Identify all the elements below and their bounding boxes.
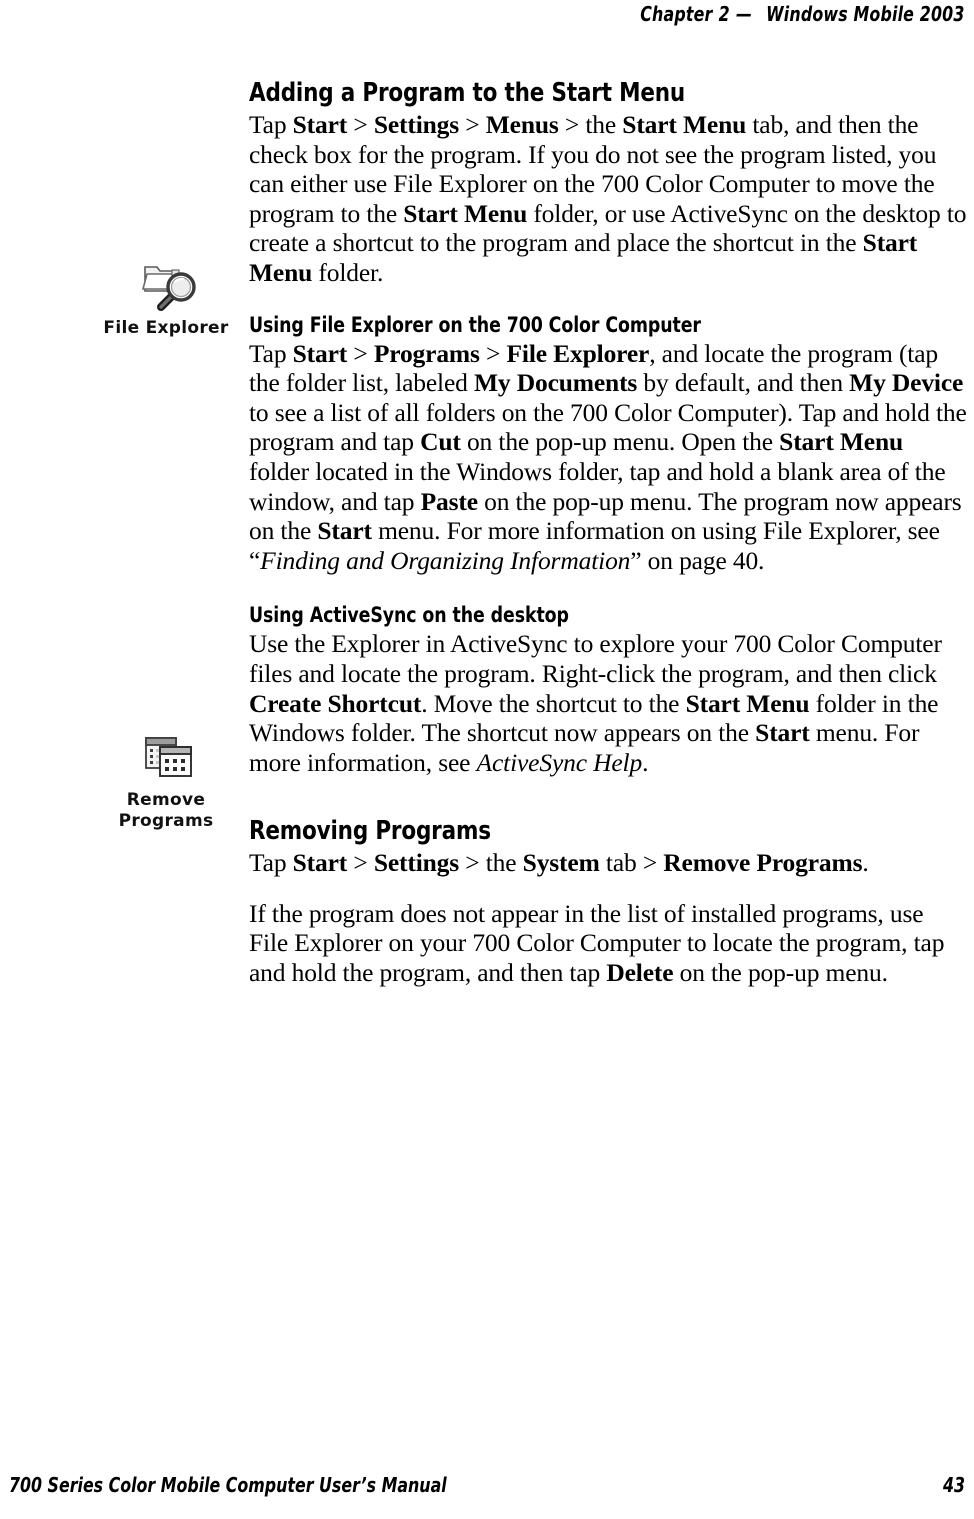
running-header: Chapter 2— Windows Mobile 2003 xyxy=(641,2,965,26)
emphasis-my-device: My Device xyxy=(849,368,964,398)
header-chapter-label: Chapter xyxy=(640,2,713,26)
file-explorer-icon-block: File Explorer xyxy=(86,258,246,339)
text-run: > xyxy=(347,110,374,139)
text-run: . Move the shortcut to the xyxy=(421,688,686,718)
text-run: tab > xyxy=(599,848,664,878)
remove-programs-icon-caption-line1: Remove xyxy=(126,790,206,810)
text-run: on the pop-up menu. xyxy=(673,958,888,988)
text-run: > the xyxy=(558,110,623,139)
cross-reference-title: Finding and Organizing Information xyxy=(260,545,631,575)
text-run: by default, and then xyxy=(637,368,850,398)
emphasis-settings: Settings xyxy=(373,110,460,139)
cross-reference-activesync-help: ActiveSync Help xyxy=(476,747,643,777)
emphasis-create-shortcut: Create Shortcut xyxy=(249,688,422,718)
text-run: . xyxy=(642,747,649,777)
emphasis-start-menu: Start Menu xyxy=(779,427,904,457)
paragraph-using-file-explorer: Tap Start > Programs > File Explorer, an… xyxy=(249,339,967,576)
paragraph-removing-programs-tap-path: Tap Start > Settings > the System tab > … xyxy=(249,848,967,878)
text-run: > xyxy=(479,338,507,368)
remove-programs-icon-caption-line2: Programs xyxy=(118,811,214,831)
paragraph-adding-a-program: Tap Start > Settings > Menus > the Start… xyxy=(249,110,967,288)
emphasis-start: Start xyxy=(292,848,348,878)
emphasis-file-explorer: File Explorer xyxy=(506,338,650,368)
remove-programs-icon xyxy=(86,730,246,786)
text-run: > xyxy=(347,848,374,878)
main-content-column: Adding a Program to the Start Menu Tap S… xyxy=(249,78,967,988)
heading-using-activesync: Using ActiveSync on the desktop xyxy=(249,603,569,628)
header-title: Windows Mobile 2003 xyxy=(766,2,965,26)
text-run: folder. xyxy=(312,257,384,287)
paragraph-removing-programs-fallback: If the program does not appear in the li… xyxy=(249,899,967,988)
emphasis-start-menu: Start Menu xyxy=(403,198,528,228)
emphasis-cut: Cut xyxy=(420,427,461,457)
emphasis-start-menu: Start Menu xyxy=(685,688,810,718)
text-run: . xyxy=(862,848,869,878)
heading-using-file-explorer: Using File Explorer on the 700 Color Com… xyxy=(249,312,701,337)
text-run: Tap xyxy=(249,848,293,878)
footer-manual-title: 700 Series Color Mobile Computer User’s … xyxy=(9,1473,447,1497)
file-explorer-icon xyxy=(86,258,246,314)
paragraph-using-activesync: Use the Explorer in ActiveSync to explor… xyxy=(249,629,967,777)
remove-programs-icon-block: Remove Programs xyxy=(86,730,246,832)
heading-removing-programs: Removing Programs xyxy=(249,816,491,847)
footer-page-number: 43 xyxy=(942,1473,965,1497)
file-explorer-icon-caption: File Explorer xyxy=(103,318,229,338)
emphasis-my-documents: My Documents xyxy=(473,368,638,398)
header-chapter-number: 2 xyxy=(719,2,731,26)
text-run: Tap xyxy=(249,110,293,139)
text-run: > xyxy=(347,338,374,368)
text-run: Use the Explorer in ActiveSync to explor… xyxy=(249,629,942,688)
emphasis-start: Start xyxy=(292,338,348,368)
emphasis-start-menu: Start Menu xyxy=(622,110,747,139)
emphasis-start: Start xyxy=(755,718,810,748)
emphasis-system: System xyxy=(522,848,600,878)
text-run: on the pop-up menu. Open the xyxy=(460,427,780,457)
emphasis-menus: Menus xyxy=(485,110,559,139)
text-run: > xyxy=(459,110,486,139)
page-footer: 700 Series Color Mobile Computer User’s … xyxy=(9,1473,965,1497)
text-run: ” on page 40. xyxy=(630,545,765,575)
heading-adding-a-program: Adding a Program to the Start Menu xyxy=(249,78,686,108)
emphasis-paste: Paste xyxy=(420,486,478,516)
emphasis-start: Start xyxy=(292,110,348,139)
text-run: Tap xyxy=(249,338,293,368)
emphasis-settings: Settings xyxy=(373,848,460,878)
emphasis-remove-programs: Remove Programs xyxy=(663,848,863,878)
emphasis-start: Start xyxy=(317,516,372,546)
header-dash: — xyxy=(736,2,753,26)
emphasis-delete: Delete xyxy=(606,958,674,988)
emphasis-programs: Programs xyxy=(373,338,480,368)
text-run: > the xyxy=(459,848,523,878)
